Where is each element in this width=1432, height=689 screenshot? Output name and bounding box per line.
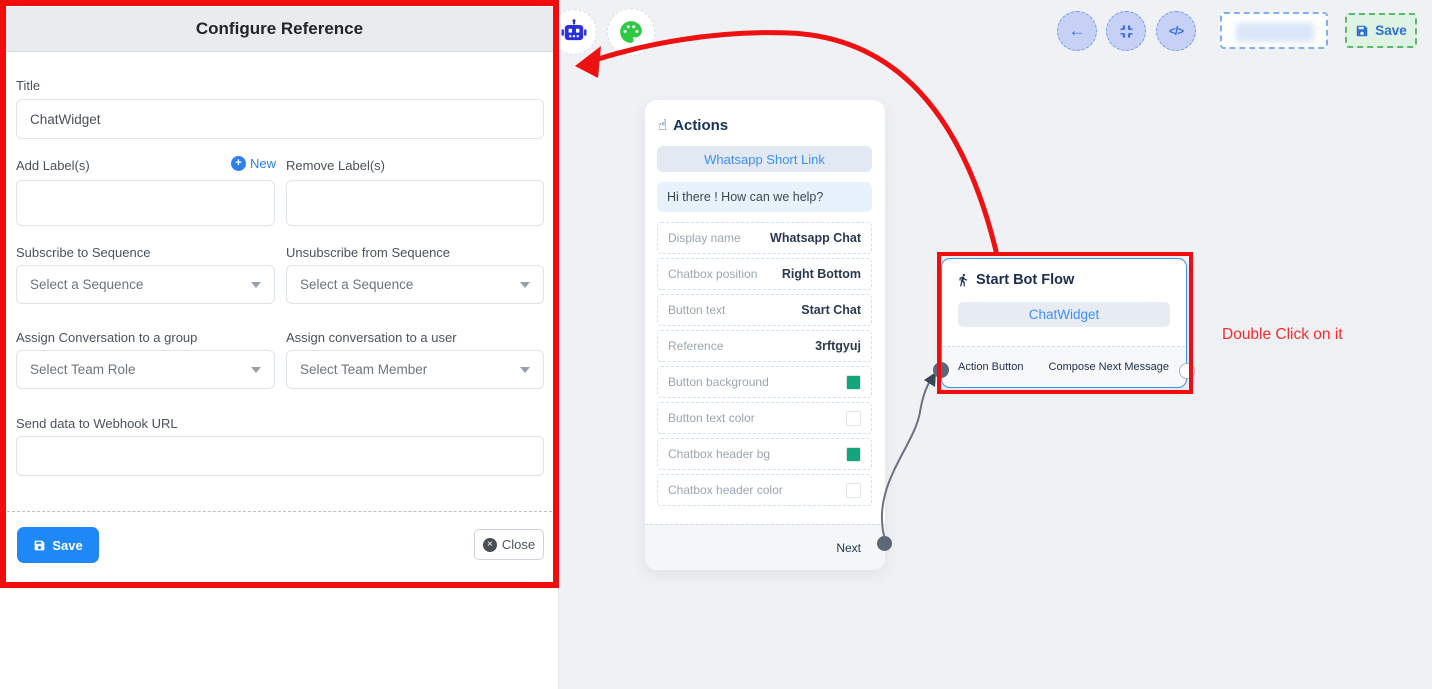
property-value: Whatsapp Chat bbox=[770, 231, 861, 245]
property-row[interactable]: Chatbox header color bbox=[657, 474, 872, 506]
action-button-port-label: Action Button bbox=[958, 361, 1023, 373]
chevron-down-icon bbox=[520, 367, 530, 373]
walking-person-icon bbox=[956, 272, 970, 288]
unsubscribe-sequence-label: Unsubscribe from Sequence bbox=[286, 245, 450, 260]
node-footer: Action Button Compose Next Message bbox=[942, 346, 1185, 387]
flow-builder-canvas: Configure Reference Title Add Label(s) +… bbox=[0, 0, 1432, 689]
chevron-down-icon bbox=[251, 282, 261, 288]
property-value: Start Chat bbox=[801, 303, 861, 317]
new-label-text: New bbox=[250, 156, 276, 171]
property-row[interactable]: Display name Whatsapp Chat bbox=[657, 222, 872, 254]
toolbar-save-label: Save bbox=[1375, 23, 1407, 38]
node-title-text: Start Bot Flow bbox=[976, 272, 1074, 288]
node-output-port[interactable] bbox=[1179, 363, 1195, 379]
color-swatch[interactable] bbox=[846, 411, 861, 426]
assign-group-value: Select Team Role bbox=[30, 362, 136, 377]
toolbar-save-button[interactable]: Save bbox=[1345, 13, 1417, 48]
flow-name-input[interactable] bbox=[1220, 12, 1328, 49]
property-label: Chatbox header bg bbox=[668, 447, 770, 461]
color-swatch[interactable] bbox=[846, 447, 861, 462]
panel-close-button[interactable]: × Close bbox=[474, 529, 544, 560]
property-label: Chatbox position bbox=[668, 267, 757, 281]
color-swatch[interactable] bbox=[846, 483, 861, 498]
add-labels-label: Add Label(s) bbox=[16, 158, 90, 173]
property-row[interactable]: Chatbox position Right Bottom bbox=[657, 258, 872, 290]
node-title: Start Bot Flow bbox=[956, 272, 1074, 288]
title-input[interactable] bbox=[16, 99, 544, 139]
compose-next-message-port-label: Compose Next Message bbox=[1049, 361, 1169, 373]
actions-card-footer: Next bbox=[645, 524, 885, 570]
close-icon: × bbox=[483, 538, 497, 552]
assign-group-select[interactable]: Select Team Role bbox=[16, 350, 275, 389]
theme-button[interactable] bbox=[607, 8, 655, 56]
webhook-url-label: Send data to Webhook URL bbox=[16, 416, 178, 431]
property-label: Display name bbox=[668, 231, 741, 245]
title-field-label: Title bbox=[16, 78, 40, 93]
new-label-link[interactable]: + New bbox=[231, 156, 276, 171]
node-input-port[interactable] bbox=[933, 362, 949, 378]
property-value: 3rftgyuj bbox=[815, 339, 861, 353]
subscribe-sequence-label: Subscribe to Sequence bbox=[16, 245, 150, 260]
chevron-down-icon bbox=[520, 282, 530, 288]
actions-card-title: ☝ Actions bbox=[658, 116, 728, 134]
subscribe-sequence-value: Select a Sequence bbox=[30, 277, 143, 292]
robot-icon bbox=[561, 19, 587, 45]
remove-labels-label: Remove Label(s) bbox=[286, 158, 385, 173]
next-output-port[interactable] bbox=[877, 536, 892, 551]
webhook-url-input[interactable] bbox=[16, 436, 544, 476]
property-row[interactable]: Reference 3rftgyuj bbox=[657, 330, 872, 362]
property-label: Button text bbox=[668, 303, 725, 317]
double-click-annotation: Double Click on it bbox=[1222, 326, 1343, 344]
fit-view-button[interactable] bbox=[1106, 11, 1146, 51]
actions-title-text: Actions bbox=[673, 117, 728, 134]
blurred-flow-name bbox=[1236, 23, 1314, 42]
assign-group-label: Assign Conversation to a group bbox=[16, 330, 197, 345]
arrow-left-icon: ← bbox=[1069, 21, 1086, 41]
color-swatch[interactable] bbox=[846, 375, 861, 390]
subscribe-sequence-select[interactable]: Select a Sequence bbox=[16, 265, 275, 304]
footer-divider bbox=[7, 511, 552, 512]
greeting-message[interactable]: Hi there ! How can we help? bbox=[657, 182, 872, 212]
palette-icon bbox=[618, 19, 644, 45]
unsubscribe-sequence-value: Select a Sequence bbox=[300, 277, 413, 292]
panel-title: Configure Reference bbox=[6, 7, 553, 52]
code-icon: </> bbox=[1169, 24, 1183, 38]
property-label: Chatbox header color bbox=[668, 483, 783, 497]
property-row[interactable]: Button text Start Chat bbox=[657, 294, 872, 326]
unsubscribe-sequence-select[interactable]: Select a Sequence bbox=[286, 265, 544, 304]
floppy-disk-icon bbox=[33, 539, 46, 552]
panel-save-label: Save bbox=[52, 538, 82, 553]
add-labels-input[interactable] bbox=[16, 180, 275, 226]
assign-user-label: Assign conversation to a user bbox=[286, 330, 457, 345]
actions-rows: Display name Whatsapp Chat Chatbox positio… bbox=[657, 222, 872, 510]
assign-user-select[interactable]: Select Team Member bbox=[286, 350, 544, 389]
chevron-down-icon bbox=[251, 367, 261, 373]
property-label: Button background bbox=[668, 375, 769, 389]
start-bot-flow-node[interactable]: Start Bot Flow ChatWidget Action Button … bbox=[941, 258, 1187, 388]
back-button[interactable]: ← bbox=[1057, 11, 1097, 51]
assign-user-value: Select Team Member bbox=[300, 362, 427, 377]
configure-reference-panel: Configure Reference Title Add Label(s) +… bbox=[0, 0, 559, 689]
property-row[interactable]: Button background bbox=[657, 366, 872, 398]
embed-code-button[interactable]: </> bbox=[1156, 11, 1196, 51]
chatwidget-reference-button[interactable]: ChatWidget bbox=[958, 302, 1170, 327]
pointer-hand-icon: ☝ bbox=[658, 116, 667, 134]
compress-icon bbox=[1119, 24, 1134, 39]
whatsapp-short-link-button[interactable]: Whatsapp Short Link bbox=[657, 146, 872, 172]
flow-connector-line bbox=[882, 379, 931, 543]
floppy-disk-icon bbox=[1355, 24, 1369, 38]
panel-close-label: Close bbox=[502, 537, 535, 552]
actions-card: ☝ Actions Whatsapp Short Link Hi there !… bbox=[645, 100, 885, 570]
property-label: Button text color bbox=[668, 411, 755, 425]
property-label: Reference bbox=[668, 339, 723, 353]
plus-icon: + bbox=[231, 156, 246, 171]
property-value: Right Bottom bbox=[782, 267, 861, 281]
panel-save-button[interactable]: Save bbox=[17, 527, 99, 563]
property-row[interactable]: Chatbox header bg bbox=[657, 438, 872, 470]
next-label: Next bbox=[836, 541, 861, 555]
property-row[interactable]: Button text color bbox=[657, 402, 872, 434]
remove-labels-input[interactable] bbox=[286, 180, 544, 226]
